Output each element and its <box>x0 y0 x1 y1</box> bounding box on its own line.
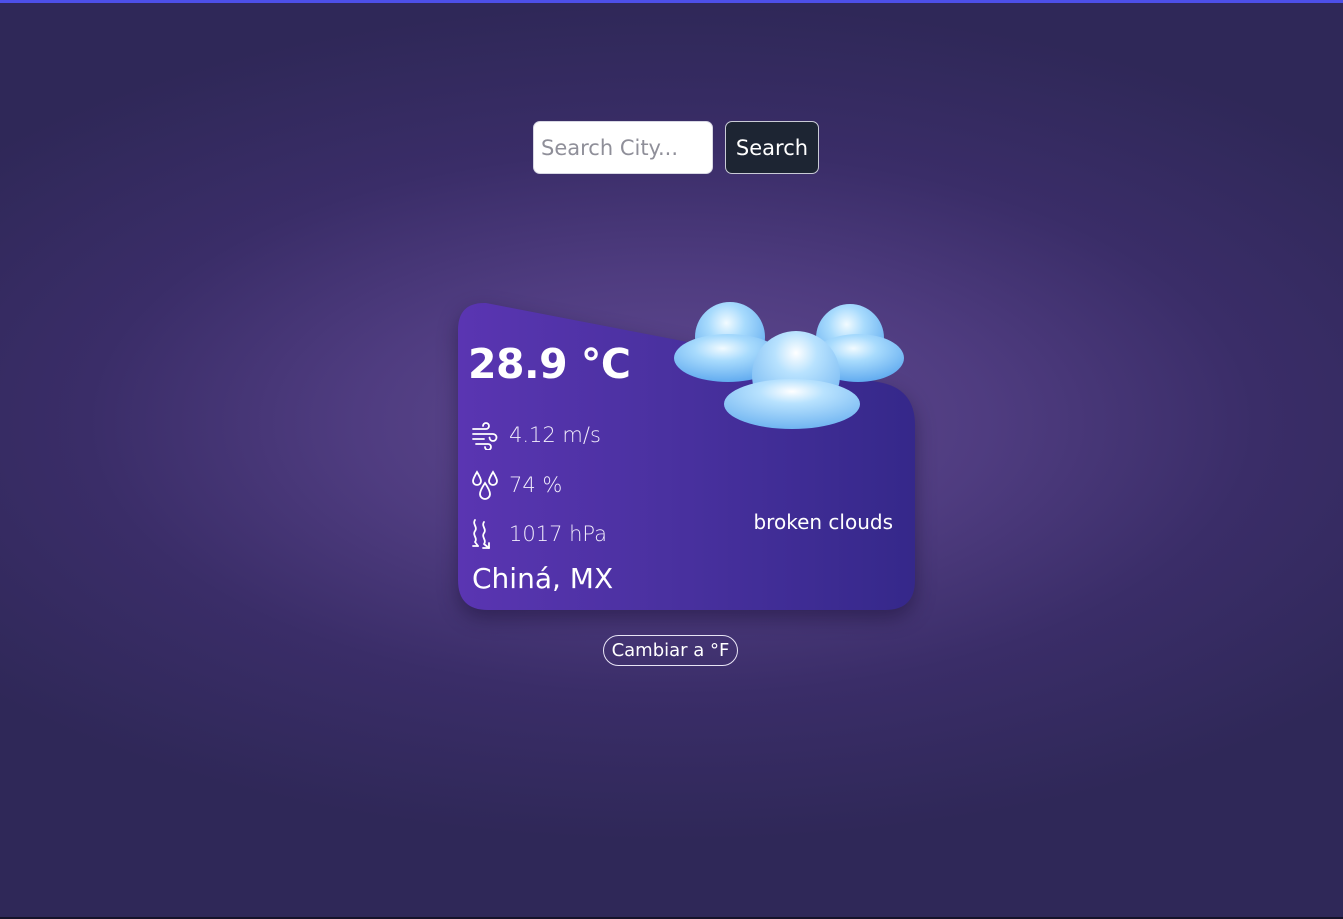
weather-condition: broken clouds <box>753 510 893 534</box>
humidity-icon <box>469 468 501 502</box>
location-name: Chiná, MX <box>472 562 614 595</box>
search-input[interactable] <box>533 121 713 174</box>
weather-card: 28.9 °C 4.12 m/s 74 % 1017 hPa broken cl… <box>458 300 915 610</box>
pressure-row: 1017 hPa <box>469 517 607 551</box>
broken-clouds-icon <box>674 302 904 429</box>
temperature-value: 28.9 °C <box>468 340 631 388</box>
wind-icon <box>469 418 501 452</box>
search-button[interactable]: Search <box>725 121 819 174</box>
humidity-value: 74 % <box>509 473 563 497</box>
pressure-icon <box>469 517 501 551</box>
humidity-row: 74 % <box>469 468 562 502</box>
wind-value: 4.12 m/s <box>509 423 601 447</box>
top-accent-line <box>0 0 1343 3</box>
unit-toggle-button[interactable]: Cambiar a °F <box>603 635 738 666</box>
wind-row: 4.12 m/s <box>469 418 601 452</box>
pressure-value: 1017 hPa <box>509 522 608 546</box>
